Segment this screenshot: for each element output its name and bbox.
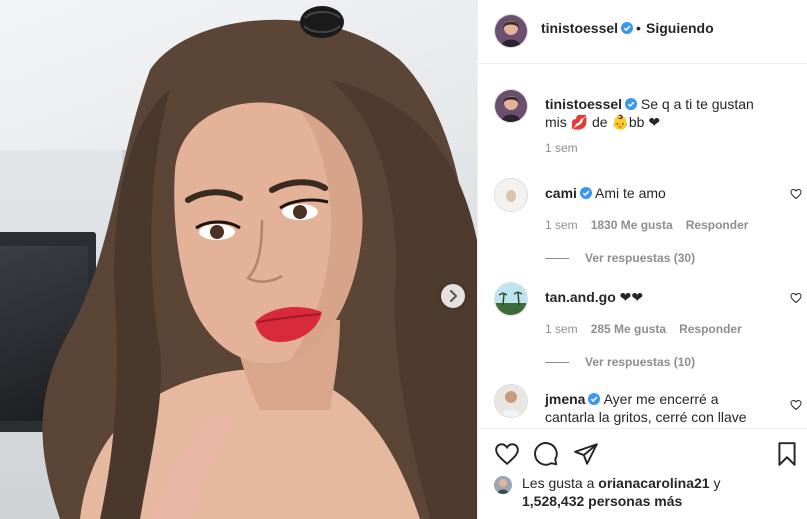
view-replies-label: Ver respuestas (30) xyxy=(585,251,696,265)
follow-status-button[interactable]: Siguiendo xyxy=(646,20,714,36)
verified-badge-icon xyxy=(588,393,601,405)
comment-username[interactable]: jmena xyxy=(545,391,585,407)
replies-divider xyxy=(545,362,569,364)
comment-meta: 1 sem 285 Me gusta Responder xyxy=(545,322,755,336)
view-replies-button[interactable]: Ver respuestas (10) xyxy=(545,355,695,369)
comment-age[interactable]: 1 sem xyxy=(545,218,578,232)
verified-badge-icon xyxy=(621,22,634,34)
owner-avatar[interactable] xyxy=(494,89,528,123)
next-photo-button[interactable] xyxy=(441,284,465,308)
comment-username[interactable]: tan.and.go xyxy=(545,289,616,305)
comment-avatar[interactable] xyxy=(494,178,528,212)
owner-avatar[interactable] xyxy=(494,14,528,48)
comment-avatar[interactable] xyxy=(494,384,528,418)
comment-item: cami Ami te amo 1 sem 1830 Me gusta Respon… xyxy=(494,178,802,278)
view-replies-button[interactable]: Ver respuestas (30) xyxy=(545,251,695,265)
replies-divider xyxy=(545,258,569,260)
caption-item: tinistoessel Se q a ti te gustan mis 💋 d… xyxy=(494,89,794,169)
liker-username[interactable]: orianacarolina21 xyxy=(598,475,709,491)
view-replies-label: Ver respuestas (10) xyxy=(585,355,696,369)
post-side-panel: tinistoessel • Siguiendo tinistoessel Se… xyxy=(477,0,807,519)
comment-like-heart-icon[interactable] xyxy=(790,399,802,411)
share-icon[interactable] xyxy=(573,441,599,467)
chevron-right-icon xyxy=(450,290,458,302)
comment-text: cami Ami te amo xyxy=(545,184,770,202)
verified-badge-icon xyxy=(625,98,638,110)
comment-text: jmena Ayer me encerré a cantarla la grit… xyxy=(545,390,770,426)
comment-likes[interactable]: 285 Me gusta xyxy=(591,322,666,336)
comment-meta: 1 sem 1830 Me gusta Responder xyxy=(545,218,761,232)
post-header: tinistoessel • Siguiendo xyxy=(478,0,807,64)
comment-text: tan.and.go ❤❤ xyxy=(545,288,770,306)
comment-username[interactable]: cami xyxy=(545,185,577,201)
likes-count[interactable]: 1,528,432 personas más xyxy=(522,493,682,509)
liker-avatar[interactable] xyxy=(494,476,512,494)
separator-dot: • xyxy=(636,20,641,36)
post-actions: Les gusta a orianacarolina21 y 1,528,432… xyxy=(478,428,807,519)
likes-prefix: Les gusta a xyxy=(522,475,595,491)
caption-text: tinistoessel Se q a ti te gustan mis 💋 d… xyxy=(545,95,770,131)
comment-avatar[interactable] xyxy=(494,282,528,316)
comment-body: ❤❤ xyxy=(619,289,644,305)
reply-button[interactable]: Responder xyxy=(679,322,742,336)
comment-body: Ami te amo xyxy=(595,185,666,201)
reply-button[interactable]: Responder xyxy=(686,218,749,232)
photo-subject xyxy=(42,6,477,519)
comment-like-heart-icon[interactable] xyxy=(790,188,802,200)
post-photo[interactable] xyxy=(0,0,477,519)
comment-item: jmena Ayer me encerré a cantarla la grit… xyxy=(494,384,802,427)
comment-icon[interactable] xyxy=(533,441,559,467)
comments-list[interactable]: tinistoessel Se q a ti te gustan mis 💋 d… xyxy=(478,65,807,427)
caption-meta: 1 sem xyxy=(545,141,591,155)
owner-username[interactable]: tinistoessel xyxy=(541,20,634,36)
caption-age[interactable]: 1 sem xyxy=(545,141,578,155)
heart-icon[interactable] xyxy=(494,441,520,467)
comment-item: tan.and.go ❤❤ 1 sem 285 Me gusta Responder… xyxy=(494,282,802,382)
caption-username[interactable]: tinistoessel xyxy=(545,96,622,112)
verified-badge-icon xyxy=(579,187,592,199)
bookmark-icon[interactable] xyxy=(774,441,800,467)
likes-text: Les gusta a orianacarolina21 y 1,528,432… xyxy=(522,474,752,510)
comment-like-heart-icon[interactable] xyxy=(790,292,802,304)
likes-conjunction: y xyxy=(713,475,721,491)
comment-age[interactable]: 1 sem xyxy=(545,322,578,336)
comment-likes[interactable]: 1830 Me gusta xyxy=(591,218,673,232)
